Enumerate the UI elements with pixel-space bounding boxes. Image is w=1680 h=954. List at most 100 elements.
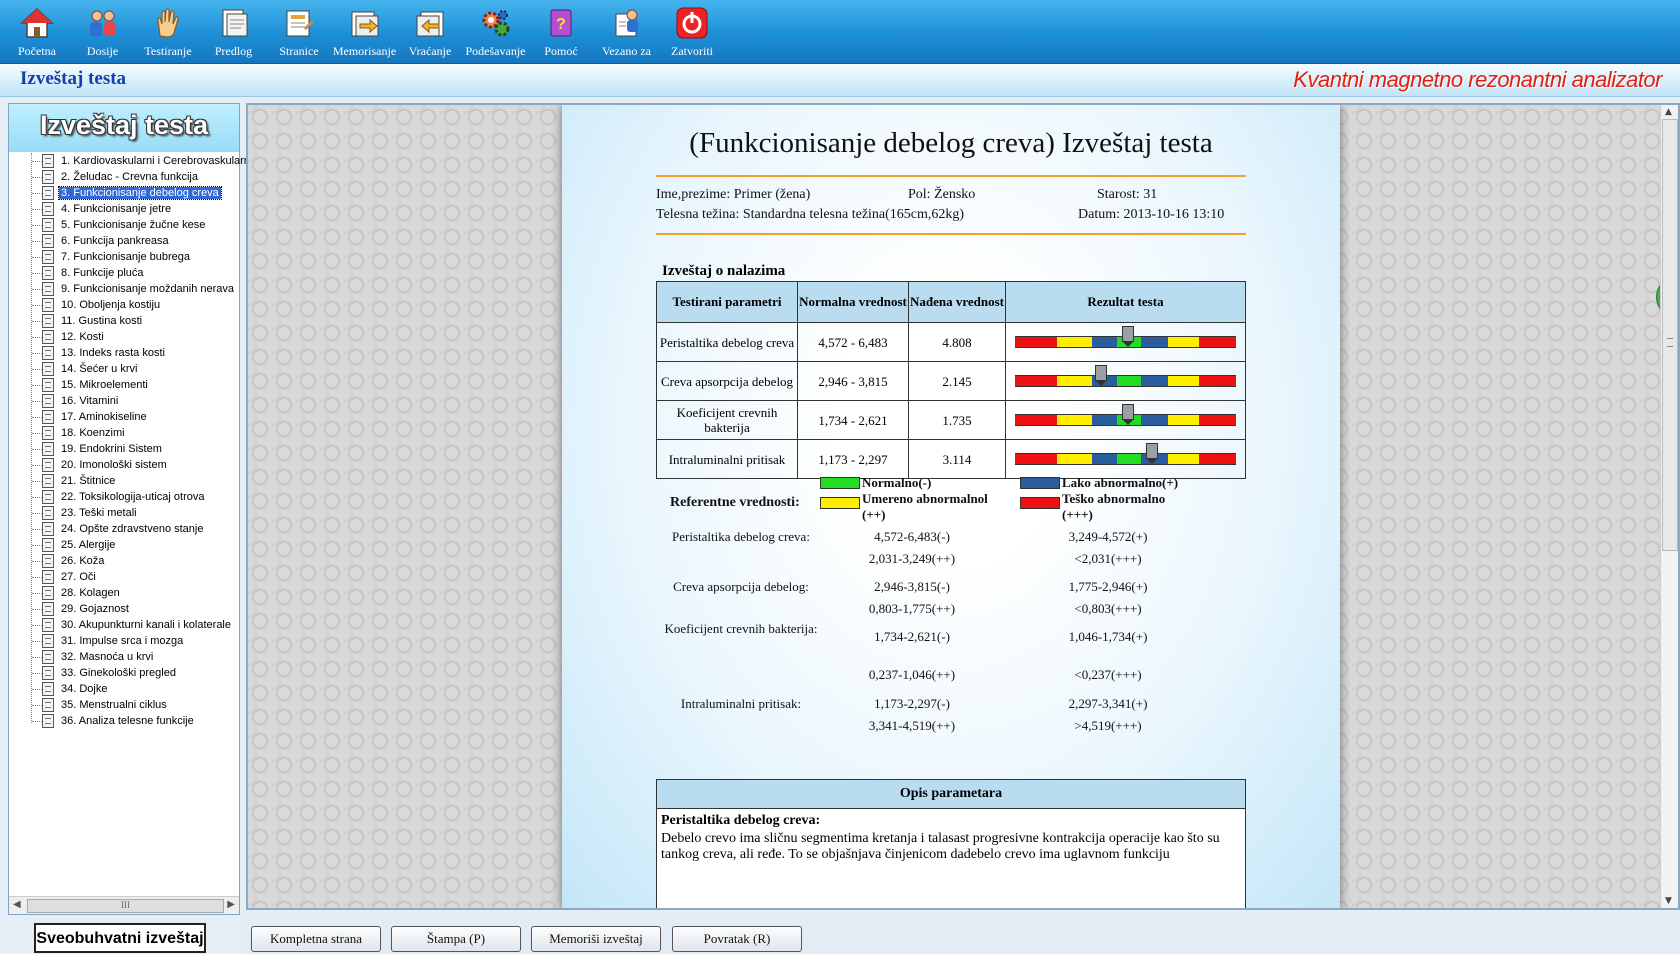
horizontal-scrollbar[interactable]: ◀ III ▶: [9, 896, 239, 914]
description-subtitle: Peristaltika debelog creva:: [661, 813, 821, 828]
scale-segment: [1014, 375, 1057, 387]
report-list-item[interactable]: 1. Kardiovaskularni i Cerebrovaskularn: [23, 153, 250, 169]
report-list-item[interactable]: 10. Oboljenja kostiju: [23, 297, 243, 313]
report-list-item[interactable]: 30. Akupunkturni kanali i kolaterale: [23, 617, 243, 633]
report-list-item[interactable]: 2. Želudac - Crevna funkcija: [23, 169, 243, 185]
report-list-item-label: 14. Šećer u krvi: [61, 363, 138, 375]
report-list-item[interactable]: 16. Vitamini: [23, 393, 243, 409]
reference-parameter: Peristaltika debelog creva:: [672, 529, 810, 544]
back-button[interactable]: Povratak (R): [672, 926, 802, 952]
report-list-item[interactable]: 12. Kosti: [23, 329, 243, 345]
document-icon: [42, 202, 54, 216]
col-header-normal: Normalna vrednost: [797, 281, 909, 323]
result-scale: [1014, 404, 1237, 426]
scale-segment: [1167, 414, 1199, 426]
report-list-item[interactable]: 31. Impulse srca i mozga: [23, 633, 243, 649]
document-icon: [42, 682, 54, 696]
report-list-item[interactable]: 25. Alergije: [23, 537, 243, 553]
save-report-button[interactable]: Memoriši izveštaj: [531, 926, 661, 952]
reference-severe: >4,519(+++): [1074, 718, 1142, 733]
title-bar: Izveštaj testa Kvantni magnetno rezonant…: [0, 64, 1680, 97]
report-list-item[interactable]: 32. Masnoća u krvi: [23, 649, 243, 665]
document-icon: [42, 282, 54, 296]
reference-mild: 2,297-3,341(+): [1068, 696, 1148, 711]
report-list-item[interactable]: 17. Aminokiseline: [23, 409, 243, 425]
scale-segment: [1092, 336, 1117, 348]
patient-name: Ime,prezime: Primer (žena): [656, 187, 811, 202]
report-list-item[interactable]: 13. Indeks rasta kosti: [23, 345, 243, 361]
reference-mild: 3,249-4,572(+): [1068, 529, 1148, 544]
scroll-thumb[interactable]: III: [27, 899, 224, 913]
summary-report-button[interactable]: Sveobuhvatni izveštaj: [34, 923, 206, 953]
report-list-item[interactable]: 7. Funkcionisanje bubrega: [23, 249, 243, 265]
report-list-item[interactable]: 3. Funkcionisanje debelog creva: [23, 185, 243, 201]
found-value: 2.145: [908, 361, 1006, 401]
report-list-item[interactable]: 21. Štitnice: [23, 473, 243, 489]
report-list-item-label: 19. Endokrini Sistem: [61, 443, 162, 455]
report-list-item[interactable]: 8. Funkcije pluća: [23, 265, 243, 281]
report-list-item[interactable]: 35. Menstrualni ciklus: [23, 697, 243, 713]
report-list-item[interactable]: 15. Mikroelementi: [23, 377, 243, 393]
report-list-item-label: 17. Aminokiseline: [61, 411, 147, 423]
scale-segment: [1014, 414, 1057, 426]
report-list-item[interactable]: 22. Toksikologija-uticaj otrova: [23, 489, 243, 505]
report-list-item[interactable]: 5. Funkcionisanje žučne kese: [23, 217, 243, 233]
report-list-item[interactable]: 6. Funkcija pankreasa: [23, 233, 243, 249]
reference-label: Referentne vrednosti:: [670, 495, 800, 510]
parameter-name: Intraluminalni pritisak: [656, 439, 798, 479]
report-list-item[interactable]: 23. Teški metali: [23, 505, 243, 521]
scroll-left-icon[interactable]: ◀: [13, 899, 21, 910]
scroll-thumb[interactable]: [1662, 119, 1678, 551]
scale-segment: [1141, 375, 1168, 387]
pages-icon: [282, 6, 316, 40]
report-list-item[interactable]: 19. Endokrini Sistem: [23, 441, 243, 457]
document-icon: [42, 506, 54, 520]
report-list-item[interactable]: 14. Šećer u krvi: [23, 361, 243, 377]
patient-age: Starost: 31: [1097, 187, 1158, 202]
report-list-item[interactable]: 18. Koenzimi: [23, 425, 243, 441]
scale-segment: [1198, 375, 1237, 387]
vertical-scrollbar[interactable]: ▲ ▼: [1660, 105, 1678, 908]
result-pointer-icon: [1095, 365, 1108, 386]
users-icon: [86, 6, 120, 40]
col-header-result: Rezultat testa: [1005, 281, 1246, 323]
report-list-item-label: 10. Oboljenja kostiju: [61, 299, 161, 311]
report-list-item[interactable]: 36. Analiza telesne funkcije: [23, 713, 243, 729]
report-list-item[interactable]: 20. Imonološki sistem: [23, 457, 243, 473]
report-list-item[interactable]: 11. Gustina kosti: [23, 313, 243, 329]
toolbar-button-11[interactable]: Zatvoriti: [657, 0, 727, 63]
report-list-item[interactable]: 27. Oči: [23, 569, 243, 585]
scroll-down-icon[interactable]: ▼: [1665, 896, 1672, 906]
report-list-item[interactable]: 4. Funkcionisanje jetre: [23, 201, 243, 217]
reference-moderate: 0,803-1,775(++): [868, 601, 956, 616]
legend-swatch-moderate: [820, 497, 860, 509]
document-icon: [42, 634, 54, 648]
app-name: Kvantni magnetno rezonantni analizator: [1293, 67, 1662, 92]
report-list-item[interactable]: 26. Koža: [23, 553, 243, 569]
reference-severe: <2,031(+++): [1074, 551, 1142, 566]
report-list-item[interactable]: 34. Dojke: [23, 681, 243, 697]
document-icon: [42, 522, 54, 536]
report-list-item-label: 12. Kosti: [61, 331, 104, 343]
full-page-button[interactable]: Kompletna strana: [251, 926, 381, 952]
normal-range: 1,734 - 2,621: [797, 400, 909, 440]
report-list-item-label: 15. Mikroelementi: [61, 379, 148, 391]
document-icon: [42, 314, 54, 328]
document-icon: [42, 410, 54, 424]
scroll-right-icon[interactable]: ▶: [227, 899, 235, 910]
report-list-item-label: 18. Koenzimi: [61, 427, 125, 439]
document-icon: [42, 170, 54, 184]
report-list-item[interactable]: 28. Kolagen: [23, 585, 243, 601]
report-list-item-label: 9. Funkcionisanje moždanih nerava: [61, 283, 235, 295]
report-list-item[interactable]: 33. Ginekološki pregled: [23, 665, 243, 681]
report-list-item[interactable]: 9. Funkcionisanje moždanih nerava: [23, 281, 243, 297]
found-value: 1.735: [908, 400, 1006, 440]
description-text: Debelo crevo ima sličnu segmentima kreta…: [661, 831, 1220, 862]
legend-mild: Lako abnormalno(+): [1062, 475, 1179, 490]
description-title: Opis parametara: [657, 780, 1245, 809]
print-button[interactable]: Štampa (P): [391, 926, 521, 952]
report-list-item[interactable]: 29. Gojaznost: [23, 601, 243, 617]
scroll-up-icon[interactable]: ▲: [1665, 107, 1672, 117]
report-list-item[interactable]: 24. Opšte zdravstveno stanje: [23, 521, 243, 537]
report-list-item-label: 7. Funkcionisanje bubrega: [61, 251, 191, 263]
